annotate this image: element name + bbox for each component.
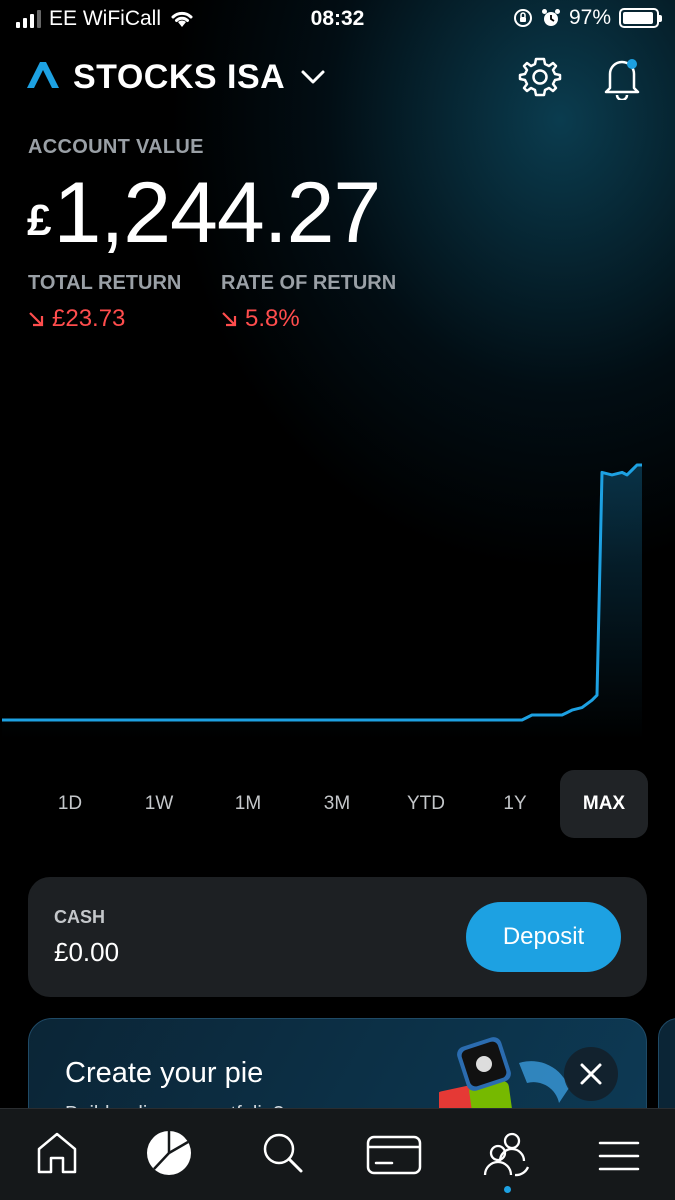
gear-icon[interactable] xyxy=(518,55,562,99)
home-icon[interactable] xyxy=(36,1131,78,1175)
range-1y[interactable]: 1Y xyxy=(471,770,559,838)
bottom-nav xyxy=(0,1108,675,1200)
chart-area xyxy=(2,465,642,740)
arrow-down-right-icon xyxy=(222,312,237,327)
total-return: £23.73 xyxy=(28,305,125,333)
total-return-value: £23.73 xyxy=(52,305,126,332)
rate-of-return-value: 5.8% xyxy=(245,305,300,332)
chevron-down-icon[interactable] xyxy=(298,62,328,92)
orientation-lock-icon xyxy=(513,9,532,27)
status-bar: EE WiFiCall 08:32 97% xyxy=(0,0,675,38)
rate-of-return: 5.8% xyxy=(221,305,300,333)
search-icon[interactable] xyxy=(261,1131,305,1175)
range-1w[interactable]: 1W xyxy=(115,770,203,838)
alarm-icon xyxy=(541,9,560,26)
total-return-label: TOTAL RETURN xyxy=(28,272,182,294)
range-1d[interactable]: 1D xyxy=(26,770,114,838)
wifi-icon xyxy=(171,11,193,27)
range-1m[interactable]: 1M xyxy=(204,770,292,838)
battery-percent: 97% xyxy=(568,6,611,29)
time-range-selector: 1D 1W 1M 3M YTD 1Y MAX xyxy=(0,770,675,838)
community-icon[interactable] xyxy=(482,1131,532,1177)
close-icon xyxy=(580,1063,602,1085)
cash-value: £0.00 xyxy=(54,937,120,967)
cash-label: CASH xyxy=(54,907,106,927)
currency-symbol: £ xyxy=(27,196,52,245)
account-name[interactable]: STOCKS ISA xyxy=(73,58,285,97)
rate-of-return-label: RATE OF RETURN xyxy=(221,272,397,294)
battery-icon xyxy=(619,8,662,28)
account-value: £ 1,244.27 xyxy=(27,165,381,261)
card-icon[interactable] xyxy=(366,1135,422,1175)
range-ytd[interactable]: YTD xyxy=(382,770,470,838)
arrow-down-right-icon xyxy=(29,312,44,327)
close-promo-button[interactable] xyxy=(564,1047,618,1101)
menu-icon[interactable] xyxy=(598,1141,640,1171)
status-left: EE WiFiCall xyxy=(16,7,195,31)
deposit-button[interactable]: Deposit xyxy=(466,902,621,972)
signal-icon xyxy=(16,10,41,28)
carrier-label: EE WiFiCall xyxy=(49,7,162,30)
range-max[interactable]: MAX xyxy=(560,770,648,838)
account-value-amount: 1,244.27 xyxy=(53,165,381,261)
chart-line xyxy=(2,463,642,722)
active-indicator-dot xyxy=(504,1186,511,1193)
bell-icon[interactable] xyxy=(600,54,644,100)
account-value-label: ACCOUNT VALUE xyxy=(28,136,204,158)
promo-title: Create your pie xyxy=(65,1057,264,1089)
value-chart[interactable] xyxy=(0,440,675,740)
trading212-logo-icon xyxy=(27,62,59,88)
status-right: 97% xyxy=(513,6,662,30)
header: STOCKS ISA xyxy=(0,50,675,106)
range-3m[interactable]: 3M xyxy=(293,770,381,838)
portfolio-pie-icon[interactable] xyxy=(145,1129,193,1177)
cash-card: CASH £0.00 Deposit xyxy=(28,877,647,997)
